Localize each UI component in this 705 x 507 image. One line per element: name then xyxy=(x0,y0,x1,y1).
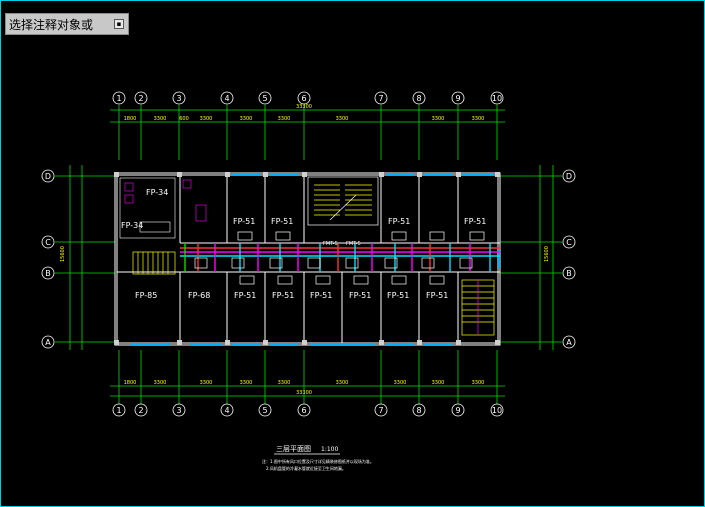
axis-label: 9 xyxy=(455,406,460,415)
axis-label: B xyxy=(45,269,51,278)
note-line: 2.风机盘管的冷凝水管就近接至卫生间地漏。 xyxy=(266,465,346,471)
fp-label: FP-51 xyxy=(387,291,409,300)
axis-grid-top: 1 2 3 4 5 6 7 8 9 10 xyxy=(112,91,504,160)
axis-label: A xyxy=(566,338,572,347)
fp-label: FP-51 xyxy=(464,217,486,226)
dim-total: 15600 xyxy=(544,246,550,262)
pipe-label: FMT-5 xyxy=(323,241,338,247)
structural-columns xyxy=(114,172,500,345)
dim-segment: 3300 xyxy=(472,380,485,386)
fp-label: FP-51 xyxy=(272,291,294,300)
axis-label: 9 xyxy=(455,94,460,103)
axis-label: 2 xyxy=(138,94,143,103)
dropdown-arrow-icon[interactable]: ▪ xyxy=(114,19,124,29)
stairwell-left xyxy=(132,251,176,275)
fp-label: FP-51 xyxy=(234,291,256,300)
dim-segment: 3300 xyxy=(336,380,349,386)
axis-label: 5 xyxy=(262,94,267,103)
axis-label: 4 xyxy=(224,94,229,103)
axis-label: 6 xyxy=(301,406,306,415)
axis-label: 1 xyxy=(116,406,121,415)
cad-drawing-canvas[interactable]: 1 2 3 4 5 6 7 8 9 10 33300 1800 3300 600… xyxy=(0,0,705,507)
axis-label: C xyxy=(566,238,572,247)
fp-label: FP-51 xyxy=(388,217,410,226)
stairwell-top xyxy=(307,176,379,226)
axis-label: 10 xyxy=(492,94,502,103)
dim-segment: 3300 xyxy=(278,116,291,122)
fp-label: FP-68 xyxy=(188,291,210,300)
axis-grid-bottom: 1 2 3 4 5 6 7 8 9 10 xyxy=(112,350,504,417)
fp-label: FP-51 xyxy=(349,291,371,300)
fp-label: FP-51 xyxy=(233,217,255,226)
dimension-lines-bottom: 1800 3300 3300 3300 3300 3300 3300 3300 … xyxy=(110,380,505,397)
drawing-title-text: 三层平面图 xyxy=(276,445,311,453)
dim-segment: 3300 xyxy=(432,380,445,386)
dim-segment: 1800 xyxy=(124,116,137,122)
axis-label: 1 xyxy=(116,94,121,103)
axis-label: 7 xyxy=(378,406,383,415)
dim-total: 15600 xyxy=(60,246,66,262)
axis-label: D xyxy=(566,172,572,181)
dim-segment: 3300 xyxy=(432,116,445,122)
command-prompt-box[interactable]: 选择注释对象或 ▪ xyxy=(5,13,129,35)
drawing-title: 三层平面图 1:100 注：1.图中所有风口位置及尺寸详见精装修图纸并以现场为准… xyxy=(262,445,374,471)
axis-label: 2 xyxy=(138,406,143,415)
dim-segment: 1800 xyxy=(124,380,137,386)
command-prompt-text: 选择注释对象或 xyxy=(9,17,94,32)
dim-segment: 3300 xyxy=(240,116,253,122)
drawing-scale: 1:100 xyxy=(321,446,338,453)
dim-segment: 3300 xyxy=(278,380,291,386)
axis-label: 8 xyxy=(416,94,421,103)
axis-label: 7 xyxy=(378,94,383,103)
axis-label: B xyxy=(566,269,572,278)
note-line: 注：1.图中所有风口位置及尺寸详见精装修图纸并以现场为准。 xyxy=(262,458,374,464)
dim-segment: 3300 xyxy=(154,380,167,386)
fp-label: FP-51 xyxy=(426,291,448,300)
dim-segment: 600 xyxy=(179,116,189,122)
dim-segment: 3300 xyxy=(240,380,253,386)
axis-label: A xyxy=(45,338,51,347)
axis-label: 3 xyxy=(176,406,181,415)
dim-segment: 3300 xyxy=(154,116,167,122)
dim-segment: 3300 xyxy=(200,116,213,122)
axis-label: 5 xyxy=(262,406,267,415)
dim-segment: 3300 xyxy=(394,380,407,386)
axis-grid-side: D C B A D C B A 15600 15600 xyxy=(41,165,576,350)
fp-label: FP-51 xyxy=(310,291,332,300)
hvac-pipes xyxy=(180,243,500,272)
pipe-label: FMT-5 xyxy=(346,241,361,247)
dim-total: 33300 xyxy=(296,104,312,110)
fp-label: FP-85 xyxy=(135,291,157,300)
axis-label: 4 xyxy=(224,406,229,415)
axis-label: 3 xyxy=(176,94,181,103)
dim-segment: 3300 xyxy=(472,116,485,122)
fan-coil-units xyxy=(194,231,485,285)
axis-label: D xyxy=(45,172,51,181)
axis-label: 6 xyxy=(301,94,306,103)
dim-segment: 3300 xyxy=(200,380,213,386)
axis-label: 10 xyxy=(492,406,502,415)
dim-segment: 3300 xyxy=(336,116,349,122)
fp-label: FP-51 xyxy=(271,217,293,226)
building-walls xyxy=(114,172,501,346)
fp-label: FP-34 xyxy=(121,221,143,230)
dimension-lines-top: 33300 1800 3300 600 3300 3300 3300 3300 … xyxy=(110,104,505,123)
axis-label: C xyxy=(45,238,51,247)
axis-label: 8 xyxy=(416,406,421,415)
pipe-labels: FMT-5 FMT-5 xyxy=(323,241,361,247)
fp-label: FP-34 xyxy=(146,188,168,197)
stairwell-right xyxy=(461,279,495,336)
